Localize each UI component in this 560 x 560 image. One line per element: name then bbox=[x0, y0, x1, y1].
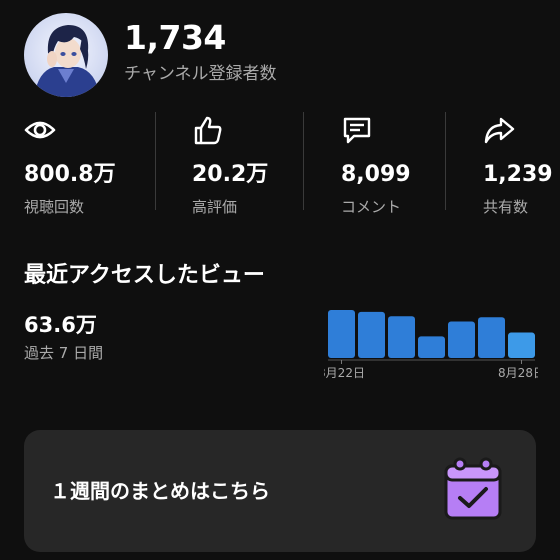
recent-views-title: 最近アクセスしたビュー bbox=[24, 263, 265, 288]
stat-shares-value: 1,239 bbox=[483, 162, 553, 187]
avatar-image bbox=[24, 13, 108, 97]
eye-icon bbox=[24, 121, 56, 139]
stat-divider bbox=[155, 112, 156, 210]
chart-bar bbox=[508, 332, 535, 358]
chart-bar bbox=[448, 321, 475, 358]
stat-views-value: 800.8万 bbox=[24, 162, 116, 187]
recent-views-period: 過去 7 日間 bbox=[24, 344, 104, 362]
recent-views-value: 63.6万 bbox=[24, 313, 97, 337]
chart-tick-label: 8月22日 bbox=[324, 366, 365, 380]
chart-tick-label: 8月28日 bbox=[498, 366, 538, 380]
stat-likes-label: 高評価 bbox=[192, 198, 238, 216]
stat-comments-label: コメント bbox=[341, 198, 402, 216]
subscriber-label: チャンネル登録者数 bbox=[124, 64, 277, 84]
recent-views-chart[interactable]: 8月22日 8月28日 bbox=[324, 302, 538, 392]
chart-bar bbox=[478, 317, 505, 358]
share-icon bbox=[484, 117, 515, 144]
stat-shares-label: 共有数 bbox=[483, 198, 529, 216]
calendar-check-icon bbox=[444, 457, 502, 520]
thumbs-up-icon bbox=[194, 116, 222, 145]
channel-avatar[interactable] bbox=[24, 13, 108, 97]
chart-bar bbox=[328, 310, 355, 358]
stat-likes-value: 20.2万 bbox=[192, 162, 269, 187]
stat-comments-value: 8,099 bbox=[341, 162, 411, 187]
stat-views-label: 視聴回数 bbox=[24, 198, 85, 216]
chart-bar bbox=[358, 311, 385, 358]
weekly-summary-card[interactable]: １週間のまとめはこちら bbox=[24, 430, 536, 552]
subscriber-count: 1,734 bbox=[124, 18, 226, 57]
chart-bar bbox=[418, 336, 445, 358]
weekly-summary-text: １週間のまとめはこちら bbox=[50, 479, 270, 503]
stat-divider bbox=[445, 112, 446, 210]
chart-bar bbox=[388, 316, 415, 358]
stat-divider bbox=[303, 112, 304, 210]
comment-icon bbox=[343, 117, 371, 144]
